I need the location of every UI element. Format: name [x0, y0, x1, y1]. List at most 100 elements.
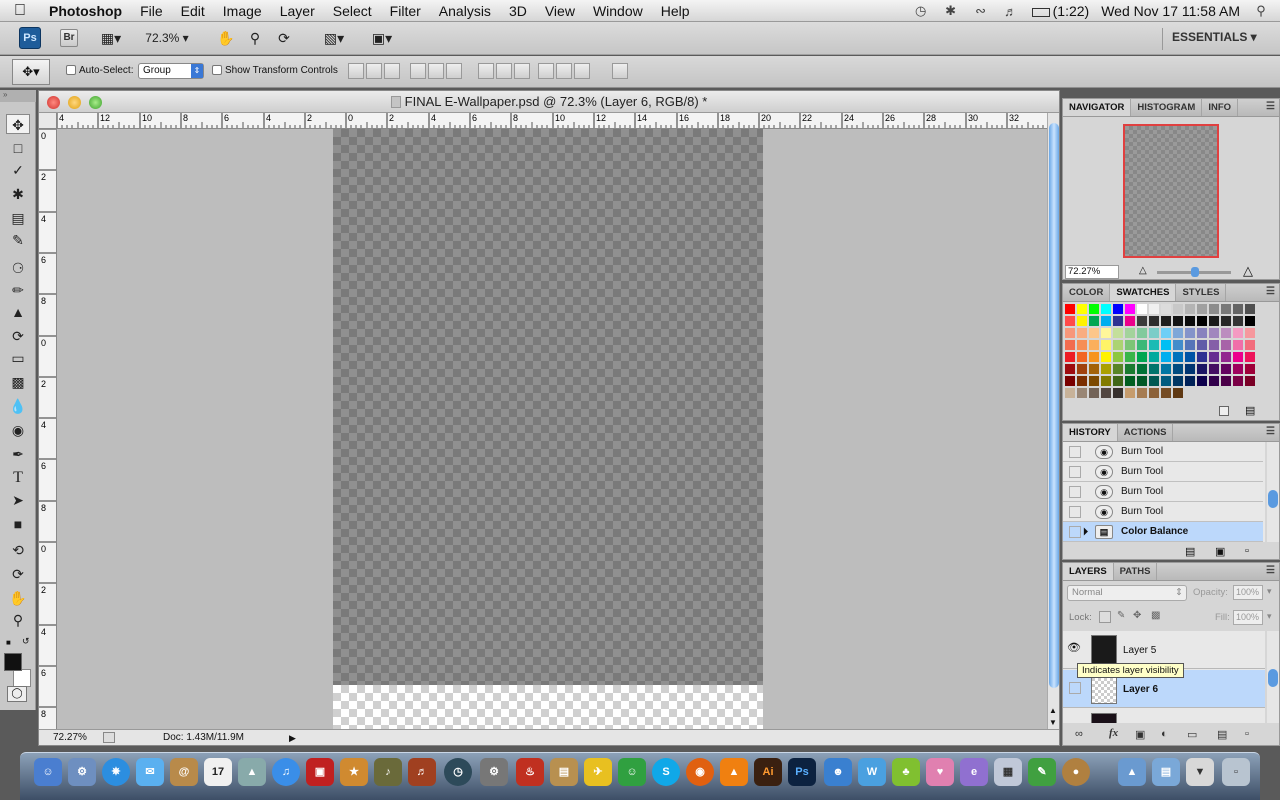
tab-info[interactable]: INFO	[1202, 99, 1239, 116]
new-layer-icon[interactable]: ▤	[1217, 728, 1227, 741]
history-item[interactable]: ◉ Burn Tool	[1063, 442, 1263, 462]
align-right-edges-button[interactable]	[446, 63, 462, 79]
auto-select-toggle[interactable]: Auto-Select:	[66, 65, 133, 76]
color-swatch[interactable]	[1161, 328, 1171, 338]
marquee-tool[interactable]: □	[6, 138, 30, 158]
app-menu[interactable]: Photoshop	[40, 0, 131, 22]
transform-checkbox[interactable]	[212, 65, 222, 76]
color-swatch[interactable]	[1149, 340, 1159, 350]
view-extras-button[interactable]: ▦▾	[94, 27, 128, 49]
delete-swatch-icon[interactable]: ▤	[1245, 404, 1255, 417]
shape-tool[interactable]: ■	[6, 514, 30, 534]
color-swatch[interactable]	[1077, 388, 1087, 398]
new-document-from-state-icon[interactable]: ▤	[1185, 545, 1195, 558]
swap-colors-icon[interactable]: ↺	[22, 636, 30, 647]
color-swatch[interactable]	[1209, 316, 1219, 326]
color-swatch[interactable]	[1089, 376, 1099, 386]
color-swatch[interactable]	[1137, 388, 1147, 398]
bluetooth-icon[interactable]: ✱	[942, 3, 960, 19]
color-swatch[interactable]	[1125, 304, 1135, 314]
color-swatch[interactable]	[1065, 304, 1075, 314]
color-swatch[interactable]	[1065, 328, 1075, 338]
vlc-icon[interactable]: ▲	[720, 758, 748, 786]
color-swatch[interactable]	[1161, 376, 1171, 386]
color-swatch[interactable]	[1065, 316, 1075, 326]
3d-orbit-tool[interactable]: ⟳	[6, 564, 30, 584]
color-swatch[interactable]	[1125, 352, 1135, 362]
color-swatch[interactable]	[1233, 316, 1243, 326]
color-swatch[interactable]	[1245, 352, 1255, 362]
ical-icon[interactable]: 17	[204, 758, 232, 786]
history-snapshot-box[interactable]	[1069, 486, 1081, 498]
ichat-icon[interactable]: ✉	[136, 758, 164, 786]
history-item-selected[interactable]: ⏵ ▤ Color Balance	[1063, 522, 1263, 542]
color-swatch[interactable]	[1221, 316, 1231, 326]
color-swatch[interactable]	[1101, 304, 1111, 314]
scroll-up-arrow-icon[interactable]: ▲	[1049, 706, 1057, 715]
paint-bucket-tool[interactable]: ▩	[6, 372, 30, 392]
color-swatch[interactable]	[1137, 304, 1147, 314]
firefox-icon[interactable]: ◉	[686, 758, 714, 786]
new-group-icon[interactable]: ▭	[1187, 728, 1197, 741]
delete-layer-icon[interactable]: ▫	[1245, 728, 1249, 740]
color-swatch[interactable]	[1221, 340, 1231, 350]
color-swatch[interactable]	[1245, 304, 1255, 314]
eyedropper-tool[interactable]: ✎	[6, 230, 30, 250]
history-item[interactable]: ◉ Burn Tool	[1063, 482, 1263, 502]
downloads-stack-icon[interactable]: ▼	[1186, 758, 1214, 786]
color-swatch[interactable]	[1113, 340, 1123, 350]
finder-icon[interactable]: ☺	[34, 758, 62, 786]
hand-tool[interactable]: ✋	[6, 588, 30, 608]
auto-select-dropdown[interactable]: Group ⇕	[138, 63, 204, 79]
adium-icon[interactable]: ☺	[618, 758, 646, 786]
color-swatch[interactable]	[1137, 316, 1147, 326]
history-scroll-thumb[interactable]	[1268, 490, 1278, 508]
menu-edit[interactable]: Edit	[172, 0, 214, 22]
history-item[interactable]: ◉ Burn Tool	[1063, 462, 1263, 482]
show-transform-controls-toggle[interactable]: Show Transform Controls	[212, 65, 338, 76]
messenger-icon[interactable]: ☻	[824, 758, 852, 786]
color-swatch[interactable]	[1197, 328, 1207, 338]
volume-icon[interactable]: ♬	[1002, 4, 1020, 19]
itunes-icon[interactable]: ♫	[272, 758, 300, 786]
color-swatch[interactable]	[1077, 328, 1087, 338]
color-swatch[interactable]	[1149, 376, 1159, 386]
scroll-down-arrow-icon[interactable]: ▼	[1049, 718, 1057, 727]
color-swatch[interactable]	[1137, 340, 1147, 350]
color-swatch[interactable]	[1233, 328, 1243, 338]
color-swatch[interactable]	[1209, 304, 1219, 314]
color-swatch[interactable]	[1149, 364, 1159, 374]
color-swatch[interactable]	[1173, 340, 1183, 350]
script-app-icon[interactable]: ✎	[1028, 758, 1056, 786]
pink-app-icon[interactable]: ♥	[926, 758, 954, 786]
color-swatch[interactable]	[1149, 304, 1159, 314]
color-swatch[interactable]	[1221, 352, 1231, 362]
color-swatch[interactable]	[1221, 328, 1231, 338]
menu-layer[interactable]: Layer	[271, 0, 324, 22]
layer-row[interactable]	[1063, 709, 1265, 723]
menu-help[interactable]: Help	[652, 0, 699, 22]
color-swatch[interactable]	[1077, 364, 1087, 374]
align-left-edges-button[interactable]	[410, 63, 426, 79]
color-swatch[interactable]	[1185, 364, 1195, 374]
color-swatch[interactable]	[1197, 352, 1207, 362]
panel-menu-icon[interactable]: ☰	[1266, 426, 1275, 437]
menu-window[interactable]: Window	[584, 0, 652, 22]
color-swatch[interactable]	[1173, 388, 1183, 398]
menu-file[interactable]: File	[131, 0, 172, 22]
path-selection-tool[interactable]: ➤	[6, 490, 30, 510]
color-swatch[interactable]	[1125, 364, 1135, 374]
opacity-field[interactable]: 100%	[1233, 585, 1263, 600]
menu-select[interactable]: Select	[324, 0, 381, 22]
opacity-arrow-icon[interactable]: ▾	[1267, 586, 1272, 597]
color-swatch[interactable]	[1137, 352, 1147, 362]
move-tool[interactable]: ✥	[6, 114, 30, 134]
tab-histogram[interactable]: HISTOGRAM	[1131, 99, 1203, 116]
color-swatch[interactable]	[1173, 328, 1183, 338]
color-swatch[interactable]	[1089, 316, 1099, 326]
applications-stack-icon[interactable]: ▲	[1118, 758, 1146, 786]
panel-menu-icon[interactable]: ☰	[1266, 101, 1275, 112]
system-preferences-icon[interactable]: ⚙	[480, 758, 508, 786]
link-layers-icon[interactable]: ∞	[1075, 728, 1083, 740]
color-swatch[interactable]	[1077, 316, 1087, 326]
